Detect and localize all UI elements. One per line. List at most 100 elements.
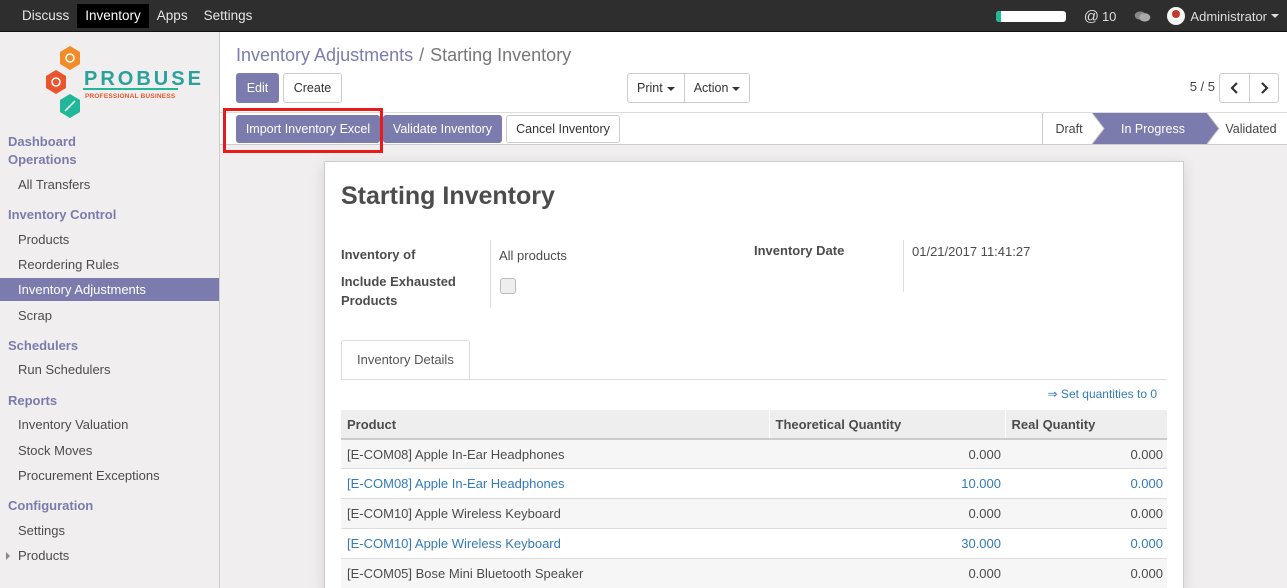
field-divider [490,240,491,308]
import-inventory-excel-button[interactable]: Import Inventory Excel [236,115,380,143]
sidebar-item-inventory-valuation[interactable]: Inventory Valuation [0,413,219,436]
print-label: Print [637,81,663,95]
record-title: Starting Inventory [341,182,555,210]
tab-inventory-details[interactable]: Inventory Details [341,340,470,380]
avatar [1167,7,1186,25]
section-dashboard[interactable]: Dashboard [8,133,76,151]
inventory-of-label: Inventory of [341,247,416,262]
sidebar-item-label: Products [18,548,70,563]
at-icon: @ [1083,7,1099,25]
table-row[interactable]: [E-COM08] Apple In-Ear Headphones 10.000… [341,468,1167,499]
inventory-date-label: Inventory Date [754,243,845,258]
sidebar-item-inventory-adjustments[interactable]: Inventory Adjustments [0,278,219,301]
edit-button[interactable]: Edit [236,73,279,103]
cell-product: [E-COM10] Apple Wireless Keyboard [341,498,769,529]
top-navbar: Discuss Inventory Apps Settings @ 10 Adm… [0,0,1287,32]
planner-progress-bar[interactable] [995,10,1066,22]
section-reports: Reports [8,393,58,408]
column-header-theoretical-quantity[interactable]: Theoretical Quantity [768,410,1005,440]
top-menu: Discuss Inventory Apps Settings [14,4,260,28]
menu-inventory[interactable]: Inventory [77,4,149,28]
print-dropdown[interactable]: Print [628,74,684,102]
set-quantities-link[interactable]: ⇒ Set quantities to 0 [1048,387,1157,401]
sidebar-item-config-products[interactable]: Products [0,544,219,567]
breadcrumb: Inventory Adjustments / Starting Inventory [236,44,571,66]
table-row[interactable]: [E-COM05] Bose Mini Bluetooth Speaker 0.… [341,557,1167,588]
stage-pipeline: Draft In Progress Validated [1042,113,1277,144]
control-panel: Inventory Adjustments / Starting Inventory… [220,32,1287,113]
cell-theoretical-quantity: 30.000 [769,527,1005,559]
breadcrumb-parent[interactable]: Inventory Adjustments [236,45,413,65]
inventory-date-value: 01/21/2017 11:41:27 [912,244,1031,259]
form-statusbar: Import Inventory Excel Validate Inventor… [220,108,1287,153]
column-header-product[interactable]: Product [341,410,769,440]
sidebar-item-products[interactable]: Products [0,228,219,251]
action-dropdown[interactable]: Action [683,74,750,102]
cell-real-quantity: 0.000 [1005,527,1167,559]
sidebar-item-reordering-rules[interactable]: Reordering Rules [0,253,219,276]
form-sheet: Starting Inventory Inventory of All prod… [324,161,1184,588]
action-label: Action [693,81,729,95]
cell-product: [E-COM08] Apple In-Ear Headphones [341,438,769,469]
chat-icon[interactable] [1134,10,1151,22]
cell-real-quantity: 0.000 [1005,557,1167,588]
tab-underline [341,379,1167,380]
cell-theoretical-quantity: 0.000 [769,557,1005,588]
include-exhausted-checkbox[interactable] [500,278,516,294]
cell-real-quantity: 0.000 [1005,498,1167,529]
progress-fill [995,10,1002,22]
sidebar: PROBUSE PROFESSIONAL BUSINESS Dashboard … [0,32,220,588]
sidebar-item-run-schedulers[interactable]: Run Schedulers [0,358,219,381]
sidebar-item-stock-moves[interactable]: Stock Moves [0,439,219,462]
table-row[interactable]: [E-COM10] Apple Wireless Keyboard 30.000… [341,527,1167,559]
mentions-counter[interactable]: @ 10 [1084,8,1117,25]
systray: @ 10 Administrator [995,0,1279,32]
sidebar-actions: Print Action [627,73,751,103]
menu-apps[interactable]: Apps [149,4,196,28]
create-button[interactable]: Create [283,73,342,103]
stage-draft[interactable]: Draft [1055,122,1083,136]
cell-product: [E-COM10] Apple Wireless Keyboard [341,527,769,559]
chevron-down-icon [732,86,741,91]
sidebar-item-settings[interactable]: Settings [0,519,219,542]
breadcrumb-current: Starting Inventory [430,45,572,65]
user-menu[interactable]: Administrator [1167,7,1279,25]
cell-real-quantity: 0.000 [1005,438,1167,469]
pager-next-button[interactable] [1249,74,1278,102]
inventory-lines-table: Product Theoretical Quantity Real Quanti… [341,410,1167,588]
section-schedulers: Schedulers [8,338,79,353]
chevron-down-icon [666,86,675,91]
logo-name: PROBUSE [84,68,204,90]
cell-product: [E-COM08] Apple In-Ear Headphones [341,468,769,499]
sidebar-item-all-transfers[interactable]: All Transfers [0,173,219,196]
sidebar-item-scrap[interactable]: Scrap [0,304,219,327]
pager-previous-button[interactable] [1220,74,1249,102]
inventory-of-value: All products [499,248,567,263]
section-inventory-control: Inventory Control [8,207,117,222]
cancel-inventory-button[interactable]: Cancel Inventory [506,115,620,143]
table-row[interactable]: [E-COM08] Apple In-Ear Headphones 0.000 … [341,438,1167,469]
chevron-down-icon [1271,14,1279,18]
pager-value[interactable]: 5 / 5 [1190,79,1215,94]
menu-discuss[interactable]: Discuss [14,4,77,28]
logo-tagline: PROFESSIONAL BUSINESS [85,93,176,100]
stage-validated[interactable]: Validated [1225,122,1276,136]
sidebar-item-procurement-exceptions[interactable]: Procurement Exceptions [0,464,219,487]
chevron-left-icon [1229,82,1238,94]
caret-right-icon [6,552,10,560]
cell-theoretical-quantity: 0.000 [769,498,1005,529]
user-name: Administrator [1190,8,1267,24]
section-operations: Operations [8,152,77,167]
breadcrumb-separator: / [419,45,425,65]
field-divider [903,240,904,292]
menu-settings[interactable]: Settings [196,4,261,28]
validate-inventory-button[interactable]: Validate Inventory [383,115,502,143]
table-row[interactable]: [E-COM10] Apple Wireless Keyboard 0.000 … [341,498,1167,529]
section-configuration: Configuration [8,498,94,513]
main-content: Inventory Adjustments / Starting Inventory… [220,32,1287,588]
cell-product: [E-COM05] Bose Mini Bluetooth Speaker [341,557,769,588]
cell-theoretical-quantity: 0.000 [769,438,1005,469]
include-exhausted-label: Include Exhausted Products [341,274,456,308]
stage-in-progress[interactable]: In Progress [1121,122,1185,136]
column-header-real-quantity[interactable]: Real Quantity [1004,410,1167,440]
